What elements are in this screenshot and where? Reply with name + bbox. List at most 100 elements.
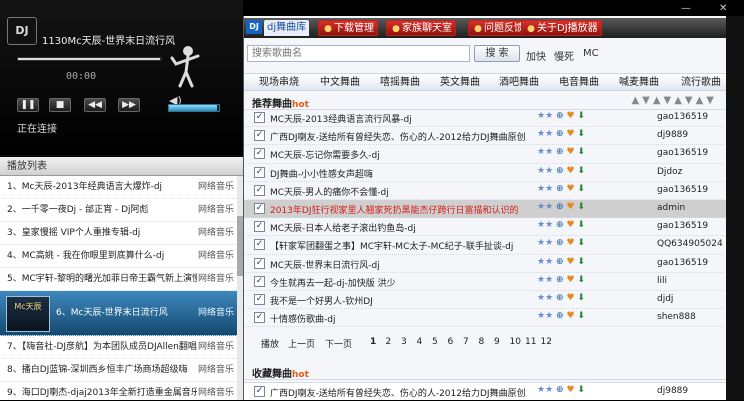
rating-icon[interactable]: ★★ (537, 238, 553, 248)
page-number[interactable]: 1 (370, 337, 376, 347)
song-title[interactable]: DJ舞曲-小小性感女声超嗨 (270, 167, 536, 180)
rating-icon[interactable]: ★★ (537, 184, 553, 194)
download-icon[interactable]: ⬇ (577, 257, 585, 267)
song-title[interactable]: MC天辰-日本人给老子滚出钓鱼岛-dj (270, 221, 536, 234)
page-number[interactable]: 12 (541, 337, 552, 347)
play-selected-button[interactable]: 播放 (261, 337, 279, 350)
close-icon[interactable]: ✕ (719, 3, 727, 14)
favorite-icon[interactable]: ♥ (566, 166, 574, 176)
nav-tab-3[interactable]: ● 家族聊天室 (386, 20, 456, 36)
rating-icon[interactable]: ★★ (537, 385, 553, 395)
rating-icon[interactable]: ★★ (537, 166, 553, 176)
song-row[interactable]: ✓ 广西DJ喇友-送给所有曾经失恋、伤心的人-2012给力DJ舞曲原创 ★★ ⊕ ♥… (244, 127, 727, 146)
next-page-button[interactable]: 下一页 (325, 337, 352, 350)
search-button[interactable]: 搜 索 (474, 45, 520, 62)
song-row[interactable]: ✓ 【轩家军团翻蛋之事】MC宇轩-MC太子-MC纪子-联手扯谈-dj ★★ ⊕ ♥ … (244, 236, 727, 255)
listen-icon[interactable]: ⊕ (556, 202, 564, 212)
listen-icon[interactable]: ⊕ (556, 238, 564, 248)
download-icon[interactable]: ⬇ (577, 129, 585, 139)
category-tab[interactable]: 英文舞曲 (440, 74, 480, 92)
main-scrollbar[interactable] (726, 16, 744, 400)
song-row[interactable]: ✓ MC天辰-2013经典语言流行风暴-dj ★★ ⊕ ♥ ⬇ gao136519 (244, 109, 727, 128)
song-title[interactable]: MC天辰-2013经典语言流行风暴-dj (270, 112, 536, 125)
song-title[interactable]: 十情感伤歌曲-dj (270, 312, 536, 325)
playlist-item[interactable]: 9、海口DJ喇杰-djaj2013年全新打造重金属音乐 网络音乐 (0, 382, 243, 400)
song-checkbox[interactable]: ✓ (254, 112, 265, 123)
song-checkbox[interactable]: ✓ (254, 275, 265, 287)
download-icon[interactable]: ⬇ (577, 385, 585, 395)
song-row[interactable]: ✓ 2013年DJ狂行视家里人翘家死扔黑能杰仔跨行日富描和认识的 ★★ ⊕ ♥ ⬇ a… (244, 199, 727, 219)
page-number[interactable]: 11 (525, 337, 536, 347)
download-icon[interactable]: ⬇ (577, 238, 585, 248)
favorite-icon[interactable]: ♥ (566, 220, 574, 230)
playlist-item[interactable]: 1、Mc天辰-2013年经典语言大爆炸-dj 网络音乐 (0, 176, 243, 199)
page-number[interactable]: 8 (479, 337, 485, 347)
favorite-icon[interactable]: ♥ (566, 184, 574, 194)
previous-button[interactable]: ◀◀ (84, 98, 106, 112)
quick-filter-slow[interactable]: 慢死 (554, 48, 574, 63)
favorite-icon[interactable]: ♥ (566, 385, 574, 395)
pause-button[interactable]: ❚❚ (17, 98, 39, 112)
rating-icon[interactable]: ★★ (537, 202, 553, 212)
page-number[interactable]: 6 (448, 337, 454, 347)
page-number[interactable]: 9 (494, 337, 500, 347)
song-row[interactable]: ✓ MC天辰-世界末日流行风-dj ★★ ⊕ ♥ ⬇ gao136519 (244, 255, 727, 273)
category-tab[interactable]: 喊麦舞曲 (619, 74, 659, 92)
page-number[interactable]: 5 (432, 337, 438, 347)
quick-filter-faster[interactable]: 加快 (526, 48, 546, 63)
category-tab[interactable]: 嘻摇舞曲 (380, 74, 420, 92)
rating-icon[interactable]: ★★ (537, 147, 553, 157)
category-tab[interactable]: 流行歌曲 (681, 74, 721, 92)
listen-icon[interactable]: ⊕ (556, 293, 564, 303)
listen-icon[interactable]: ⊕ (556, 147, 564, 157)
playlist-item[interactable]: 4、MC高姚 - 我在你眼里到底算什么-dj 网络音乐 (0, 245, 243, 268)
rating-icon[interactable]: ★★ (537, 129, 553, 139)
song-row[interactable]: ✓ MC天辰-日本人给老子滚出钓鱼岛-dj ★★ ⊕ ♥ ⬇ gao136519 (244, 218, 727, 237)
page-number[interactable]: 7 (463, 337, 469, 347)
nav-tab-5[interactable]: ● 关于DJ播放器 (521, 20, 602, 36)
song-title[interactable]: 2013年DJ狂行视家里人翘家死扔黑能杰仔跨行日富描和认识的 (270, 203, 536, 216)
song-checkbox[interactable]: ✓ (254, 312, 265, 324)
playlist-item[interactable]: 3、皇家慢摇 VIP个人重推专辑-dj 网络音乐 (0, 222, 243, 245)
song-title[interactable]: 广西DJ喇友-送给所有曾经失恋、伤心的人-2012给力DJ舞曲原创 (270, 386, 536, 399)
song-checkbox[interactable]: ✓ (254, 239, 265, 251)
download-icon[interactable]: ⬇ (577, 202, 585, 212)
page-number[interactable]: 3 (401, 337, 407, 347)
song-checkbox[interactable]: ✓ (254, 130, 265, 142)
download-icon[interactable]: ⬇ (577, 166, 585, 176)
next-button[interactable]: ▶▶ (118, 98, 140, 112)
page-number[interactable]: 2 (386, 337, 392, 347)
song-title[interactable]: 我不是一个好男人-钦州DJ (270, 294, 536, 307)
playlist-item-playing[interactable]: Mc天辰 6、Mc天辰-世界末日流行风 网络音乐 (0, 291, 243, 336)
download-icon[interactable]: ⬇ (577, 184, 585, 194)
minimize-icon[interactable]: — (681, 3, 691, 14)
nav-tab-4[interactable]: ● 问题反馈 (468, 20, 528, 36)
category-tab[interactable]: 现场串烧 (259, 74, 299, 92)
rating-icon[interactable]: ★★ (537, 220, 553, 230)
song-row[interactable]: ✓ 我不是一个好男人-钦州DJ ★★ ⊕ ♥ ⬇ djdj (244, 291, 727, 310)
favorite-icon[interactable]: ♥ (566, 202, 574, 212)
stop-button[interactable]: ■ (49, 98, 71, 112)
listen-icon[interactable]: ⊕ (556, 166, 564, 176)
song-row[interactable]: ✓ 十情感伤歌曲-dj ★★ ⊕ ♥ ⬇ shen888 (244, 309, 727, 328)
previous-page-button[interactable]: 上一页 (288, 337, 315, 350)
playlist-item[interactable]: 8、播白DJ蓝锦-深圳西乡恒丰广场商场超级嗨 网络音乐 (0, 359, 243, 382)
favorite-icon[interactable]: ♥ (566, 275, 574, 285)
song-checkbox[interactable]: ✓ (254, 257, 265, 269)
song-title[interactable]: 广西DJ喇友-送给所有曾经失恋、伤心的人-2012给力DJ舞曲原创 (270, 130, 536, 143)
favorite-icon[interactable]: ♥ (566, 238, 574, 248)
favorite-icon[interactable]: ♥ (566, 111, 574, 121)
search-input[interactable] (247, 45, 470, 62)
download-icon[interactable]: ⬇ (577, 220, 585, 230)
rating-icon[interactable]: ★★ (537, 111, 553, 121)
listen-icon[interactable]: ⊕ (556, 184, 564, 194)
rating-icon[interactable]: ★★ (537, 257, 553, 267)
rating-icon[interactable]: ★★ (537, 311, 553, 321)
download-icon[interactable]: ⬇ (577, 293, 585, 303)
listen-icon[interactable]: ⊕ (556, 275, 564, 285)
download-icon[interactable]: ⬇ (577, 311, 585, 321)
playlist-item[interactable]: 7、【嗨音社-DJ彦航】为本团队成员DJAllen翻唱新歌 网络音乐 (0, 336, 243, 359)
favorite-icon[interactable]: ♥ (566, 293, 574, 303)
favorite-icon[interactable]: ♥ (566, 147, 574, 157)
category-tab[interactable]: 电音舞曲 (559, 74, 599, 92)
